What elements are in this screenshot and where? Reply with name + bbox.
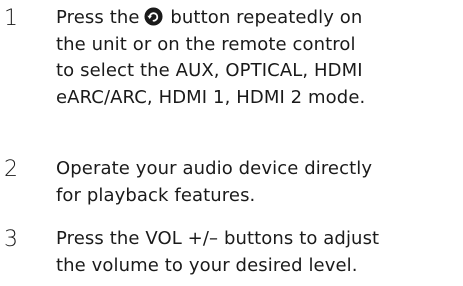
step-line: for playback features. — [56, 184, 256, 206]
step-number: 1 — [4, 6, 18, 31]
step-text: Press the button repeatedly on the unit … — [56, 5, 456, 111]
step-number: 3 — [4, 227, 18, 252]
step-line: the unit or on the remote control — [56, 33, 356, 55]
step-line: Press the VOL +/– buttons to adjust — [56, 228, 380, 249]
step-line: the volume to your desired level. — [56, 254, 358, 276]
step-line: Press the button repeatedly on — [56, 5, 456, 32]
step-line: Operate your audio device directly — [56, 158, 373, 179]
step-text: Press the VOL +/– buttons to adjust the … — [56, 226, 456, 279]
step-text: Operate your audio device directly for p… — [56, 156, 456, 209]
step-text-segment: button repeatedly on — [170, 7, 363, 28]
step-text-segment: Press the — [56, 7, 140, 28]
step-line: to select the AUX, OPTICAL, HDMI — [56, 60, 363, 81]
source-icon — [144, 7, 163, 26]
step-line: eARC/ARC, HDMI 1, HDMI 2 mode. — [56, 86, 366, 108]
step-number: 2 — [4, 157, 18, 182]
